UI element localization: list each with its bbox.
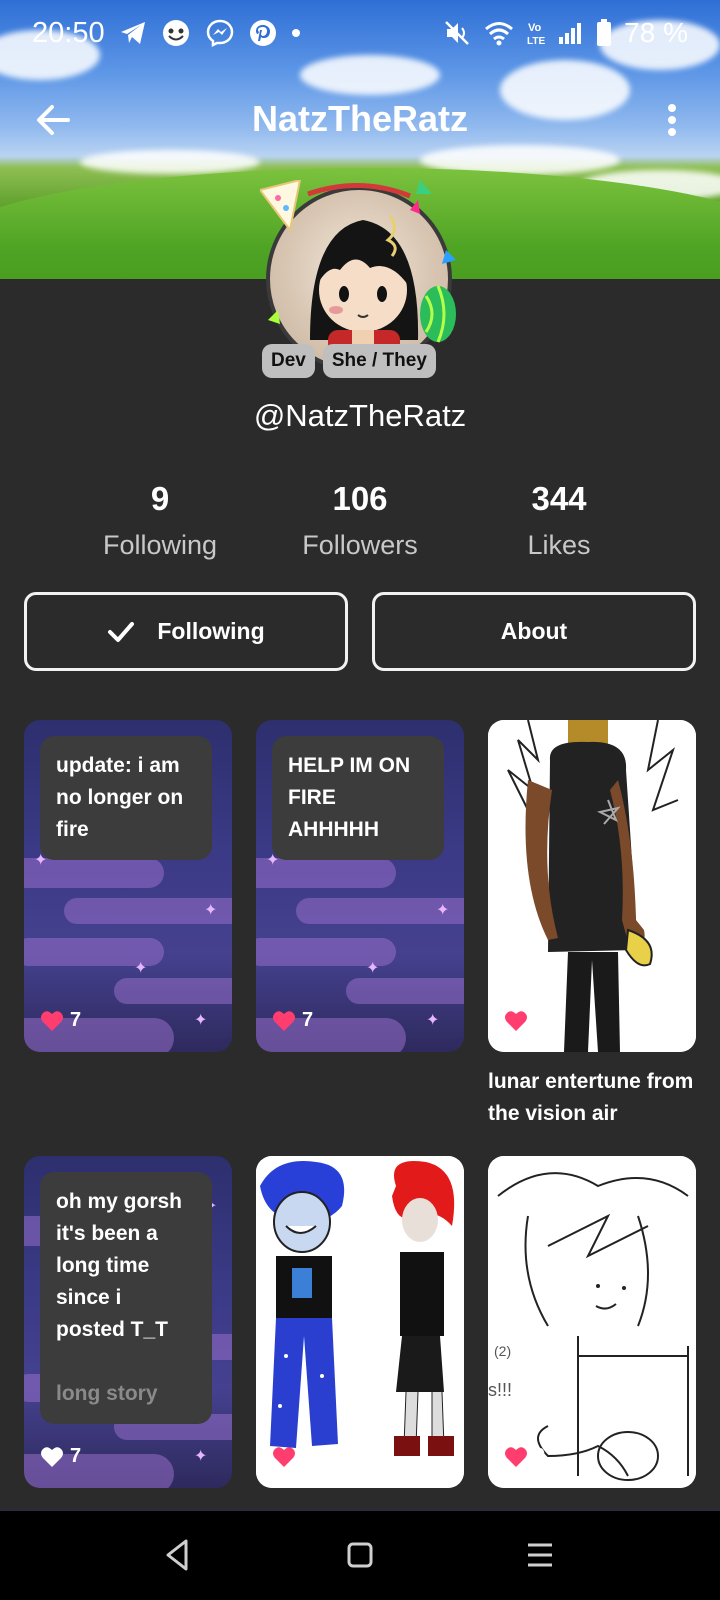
checkmark-icon [108, 621, 135, 642]
top-app-bar: NatzTheRatz [0, 86, 720, 154]
post-image: (2) s!!! [488, 1156, 696, 1488]
battery-icon [596, 19, 612, 47]
pinterest-icon [249, 19, 277, 47]
about-button[interactable]: About [372, 592, 696, 671]
post-likes: 12 [272, 1445, 324, 1468]
profile-handle: @NatzTheRatz [253, 398, 467, 433]
post-like-count: 7 [70, 1445, 82, 1467]
stat-value: 9 [150, 480, 170, 517]
post-image [488, 720, 696, 1052]
post-likes: 8 [504, 1009, 545, 1032]
wifi-icon [484, 20, 514, 46]
nav-back-button[interactable] [156, 1533, 200, 1577]
stat-label: Following [102, 530, 218, 560]
post-likes: 7 [272, 1009, 313, 1032]
stat-followers[interactable]: 106 Followers [260, 480, 460, 561]
badge-role: Dev [262, 344, 315, 378]
post-like-count: 8 [534, 1009, 546, 1031]
stat-following[interactable]: 9 Following [60, 480, 260, 561]
nav-home-button[interactable] [338, 1533, 382, 1577]
heart-icon [505, 1010, 527, 1031]
volte-icon: Vo LTE [526, 19, 546, 47]
post-card[interactable]: (2) s!!! 9 [488, 1156, 696, 1488]
badge-pronouns: She / They [322, 344, 436, 378]
stat-label: Followers [302, 530, 418, 560]
nav-menu-button[interactable] [518, 1533, 562, 1577]
post-card[interactable]: 12 [256, 1156, 464, 1488]
post-card[interactable]: ✦ ✦ ✦ oh my gorsh it's been a long time … [24, 1156, 232, 1488]
more-vert-icon [668, 104, 676, 136]
svg-text:s!!!: s!!! [488, 1380, 512, 1400]
stat-value: 106 [332, 480, 388, 517]
post-likes: 7 [40, 1445, 81, 1468]
post-like-count: 9 [534, 1445, 546, 1467]
profile-badges: Dev She / They [262, 344, 436, 378]
battery-level: 78 % [624, 17, 688, 48]
svg-text:LTE: LTE [527, 36, 545, 47]
post-card[interactable]: ✦ ✦ ✦ ✦ HELP IM ON FIRE AHHHHH 7 [256, 720, 464, 1052]
emoji-icon [161, 18, 191, 48]
post-like-count: 7 [302, 1009, 314, 1031]
post-text: HELP IM ON FIRE AHHHHH [272, 736, 444, 860]
stat-likes[interactable]: 344 Likes [459, 480, 659, 561]
messenger-icon [205, 18, 235, 48]
stat-value: 344 [531, 480, 587, 517]
following-button-label: Following [157, 618, 265, 644]
heart-outline-icon [41, 1446, 63, 1467]
post-text-block: oh my gorsh it's been a long time since … [40, 1172, 212, 1424]
status-bar: 20:50 Vo LTE 78 % [0, 0, 720, 66]
post-like-count: 7 [70, 1009, 82, 1031]
triangle-back-icon [166, 1539, 188, 1571]
post-card[interactable]: 8 [488, 720, 696, 1052]
post-like-count: 12 [302, 1445, 325, 1467]
post-likes: 9 [504, 1445, 545, 1468]
page-title: NatzTheRatz [251, 98, 469, 139]
profile-screen: 20:50 Vo LTE 78 % NatzTheRatz Dev She / … [0, 0, 720, 1600]
menu-icon [528, 1543, 552, 1567]
svg-text:Vo: Vo [528, 22, 542, 34]
post-text: update: i am no longer on fire [40, 736, 212, 860]
post-text: oh my gorsh it's been a long time since … [56, 1190, 183, 1341]
more-options-button[interactable] [654, 94, 690, 146]
post-caption[interactable]: lunar entertune from the vision air [488, 1066, 698, 1130]
heart-icon [273, 1010, 295, 1031]
svg-text:(2): (2) [494, 1343, 511, 1359]
about-button-label: About [500, 618, 568, 644]
post-text-more: long story [56, 1382, 158, 1405]
heart-icon [41, 1010, 63, 1031]
heart-icon [273, 1446, 295, 1467]
telegram-icon [119, 20, 147, 46]
signal-icon [558, 21, 584, 45]
stat-label: Likes [527, 530, 591, 560]
following-button[interactable]: Following [24, 592, 348, 671]
mute-icon [442, 18, 472, 48]
status-time: 20:50 [32, 16, 105, 49]
post-card[interactable]: ✦ ✦ ✦ ✦ update: i am no longer on fire 7 [24, 720, 232, 1052]
post-image [256, 1156, 464, 1488]
heart-icon [505, 1446, 527, 1467]
dot-icon [291, 28, 301, 38]
post-likes: 7 [40, 1009, 81, 1032]
square-home-icon [347, 1542, 373, 1568]
system-navigation-bar [0, 1508, 720, 1600]
